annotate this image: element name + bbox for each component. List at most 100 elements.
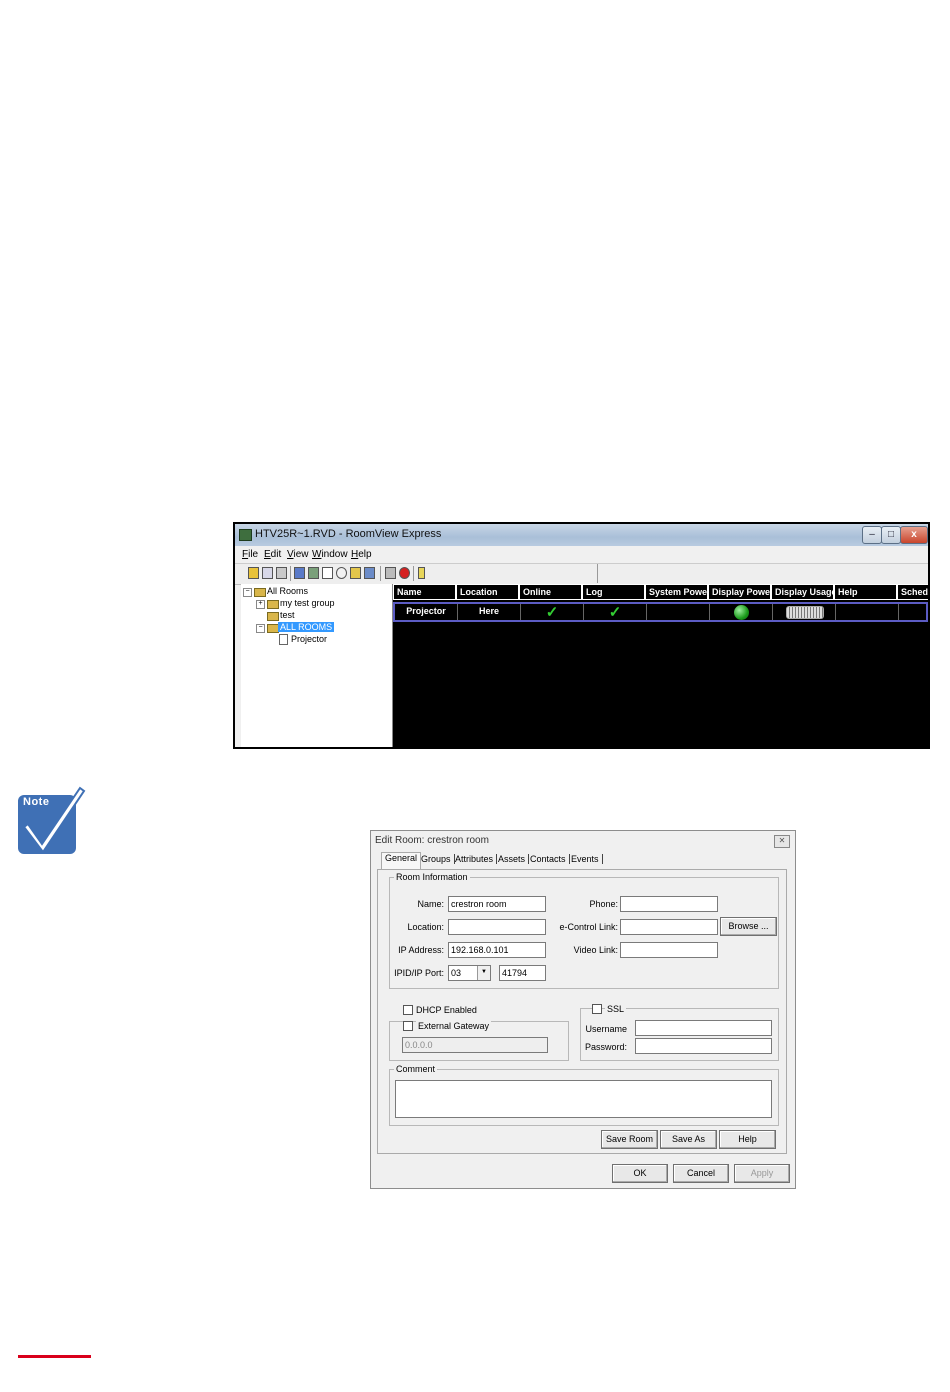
econtrol-link-label: e-Control Link: [559,922,618,932]
log-check-icon: ✓ [584,604,647,620]
help-icon[interactable] [418,567,425,579]
username-field[interactable] [635,1020,772,1036]
ok-button[interactable]: OK [612,1164,668,1183]
column-header[interactable]: Sched [897,584,928,600]
menu-view[interactable]: View [287,549,309,560]
collapse-icon[interactable]: − [256,624,265,633]
table-row[interactable]: Projector Here ✓ ✓ [393,602,928,622]
tree-item-all-rooms[interactable]: ALL ROOMS [278,622,335,632]
toolbar [235,563,928,585]
browse-button[interactable]: Browse ... [720,917,777,936]
tile-icon[interactable] [385,567,396,579]
cancel-button[interactable]: Cancel [673,1164,729,1183]
window-title: HTV25R~1.RVD - RoomView Express [255,528,442,540]
tree-item-my-test-group[interactable]: my test group [280,598,335,608]
ip-address-field[interactable]: 192.168.0.101 [448,942,546,958]
maximize-button[interactable]: □ [881,526,901,544]
print-icon[interactable] [276,567,287,579]
tab-general[interactable]: General [381,852,422,869]
external-gateway-checkbox[interactable] [403,1021,413,1031]
video-link-field[interactable] [620,942,718,958]
tab-attributes[interactable]: Attributes [452,854,498,864]
apply-button: Apply [734,1164,790,1183]
grid-header: Name Location Online Log System Power Di… [393,584,928,601]
room-tree: − All Rooms + my test group test − ALL R… [241,584,393,747]
footer-accent-line [18,1355,91,1358]
video-link-label: Video Link: [573,945,618,955]
toolbar-separator [290,566,291,581]
room-information-legend: Room Information [396,872,468,882]
menu-help[interactable]: Help [351,549,372,560]
menu-edit[interactable]: Edit [264,549,281,560]
expand-icon[interactable]: + [256,600,265,609]
column-header[interactable]: Name [393,584,456,600]
dhcp-checkbox[interactable] [403,1005,413,1015]
tab-groups[interactable]: Groups [418,854,455,864]
help-button[interactable]: Help [719,1130,776,1149]
find-icon[interactable] [262,567,273,579]
save-as-button[interactable]: Save As [660,1130,717,1149]
comment-field[interactable] [395,1080,772,1118]
collapse-icon[interactable]: − [243,588,252,597]
tree-root[interactable]: All Rooms [267,586,308,596]
column-header[interactable]: Help [834,584,897,600]
chevron-down-icon[interactable]: ▼ [477,966,490,980]
column-header[interactable]: System Power [645,584,708,600]
column-header[interactable]: Log [582,584,645,600]
ipid-select[interactable]: 03 ▼ [448,965,491,981]
folder-icon [267,600,279,609]
tab-contacts[interactable]: Contacts [527,854,570,864]
password-field[interactable] [635,1038,772,1054]
stop-icon[interactable] [399,567,410,579]
password-label: Password: [584,1042,627,1052]
username-label: Username [585,1024,627,1034]
new-icon[interactable] [248,567,259,579]
location-field[interactable] [448,919,546,935]
online-check-icon: ✓ [521,604,584,620]
external-gateway-label: External Gateway [416,1021,492,1031]
save-room-button[interactable]: Save Room [601,1130,658,1149]
econtrol-link-field[interactable] [620,919,718,935]
column-header[interactable]: Display Usage [771,584,834,600]
log-icon[interactable] [308,567,319,579]
tab-assets[interactable]: Assets [495,854,530,864]
dialog-title: Edit Room: crestron room [375,835,489,846]
ssl-checkbox[interactable] [592,1004,602,1014]
note-icon: Note [18,786,86,854]
port-field[interactable]: 41794 [499,965,546,981]
tree-item-test[interactable]: test [280,610,295,620]
tree-item-projector[interactable]: Projector [291,634,327,644]
email-icon[interactable] [322,567,333,579]
menu-window[interactable]: Window [312,549,348,560]
toolbar-separator [597,564,598,583]
minimize-button[interactable]: – [862,526,882,544]
cell-display-power [710,604,773,620]
alarm-icon[interactable] [364,567,375,579]
cell-system-power [647,604,710,620]
phone-field[interactable] [620,896,718,912]
column-header[interactable]: Location [456,584,519,600]
cell-location: Here [458,604,521,620]
edit-room-dialog: Edit Room: crestron room ✕ General Group… [370,830,796,1189]
column-header[interactable]: Display Power [708,584,771,600]
cell-name: Projector [395,604,458,620]
ssl-label: SSL [605,1004,627,1014]
tab-events[interactable]: Events [568,854,603,864]
location-label: Location: [407,922,444,932]
schedule-icon[interactable] [336,567,347,579]
app-icon [239,529,252,541]
connect-icon[interactable] [294,567,305,579]
name-field[interactable]: crestron room [448,896,546,912]
column-header[interactable]: Online [519,584,582,600]
name-label: Name: [417,899,444,909]
dialog-close-button[interactable]: ✕ [774,835,790,848]
usage-meter-icon [786,606,824,619]
menu-bar: File Edit View Window Help [235,546,928,563]
lock-icon[interactable] [350,567,361,579]
menu-file[interactable]: File [242,549,258,560]
roomview-window: HTV25R~1.RVD - RoomView Express – □ x Fi… [233,522,930,749]
close-button[interactable]: x [900,526,928,544]
dhcp-label: DHCP Enabled [416,1005,477,1015]
cell-help [836,604,899,620]
toolbar-separator [380,566,381,581]
